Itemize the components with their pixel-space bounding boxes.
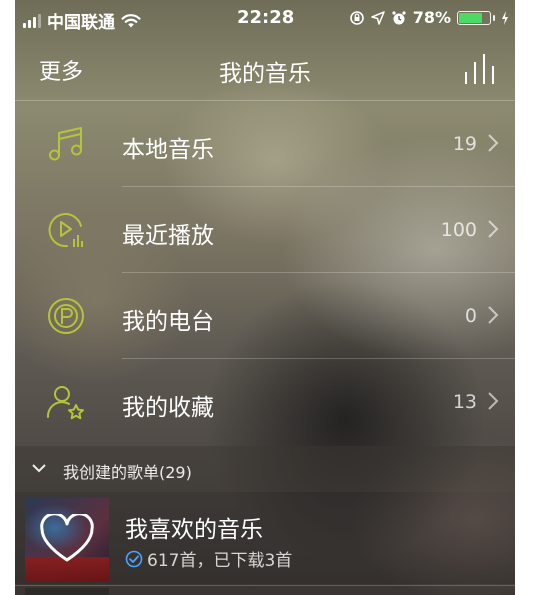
- wifi-icon: [121, 13, 141, 27]
- location-icon: [370, 10, 385, 25]
- chevron-right-icon: [488, 220, 499, 238]
- downloaded-check-icon: [125, 550, 143, 567]
- music-note-icon: [49, 127, 82, 161]
- carrier-name: 中国联通: [47, 13, 115, 33]
- heart-icon: [40, 514, 94, 562]
- next-playlist-cover: [25, 588, 109, 595]
- menu-item-recent-play[interactable]: 最近播放 100: [15, 187, 515, 273]
- menu-label: 本地音乐: [122, 137, 214, 163]
- radio-icon: [48, 298, 84, 334]
- battery-icon: [457, 10, 491, 25]
- equalizer-icon[interactable]: [463, 52, 499, 86]
- playlist-name: 我喜欢的音乐: [125, 517, 263, 543]
- chevron-down-icon: [32, 464, 46, 473]
- menu-item-my-radio[interactable]: 我的电台 0: [15, 273, 515, 359]
- status-bar: 中国联通 22:28 78%: [15, 0, 515, 36]
- chevron-right-icon: [488, 134, 499, 152]
- charging-icon: [502, 10, 508, 25]
- page-title: 我的音乐: [219, 61, 311, 87]
- playlist-item-favorites[interactable]: 我喜欢的音乐 617首，已下载3首: [15, 492, 515, 584]
- menu-label: 最近播放: [122, 223, 214, 249]
- menu-count: 0: [464, 305, 477, 327]
- menu-label: 我的电台: [122, 309, 214, 335]
- signal-icon: [23, 13, 41, 28]
- favorite-user-icon: [46, 386, 84, 420]
- menu-count: 100: [440, 219, 477, 241]
- battery-cap: [493, 14, 495, 21]
- menu-label: 我的收藏: [122, 395, 214, 421]
- menu-item-my-favorites[interactable]: 我的收藏 13: [15, 359, 515, 445]
- playlist-subtitle: 617首，已下载3首: [125, 546, 292, 571]
- status-right: 78%: [349, 8, 509, 27]
- battery-percent: 78%: [412, 8, 451, 27]
- battery-level: [459, 12, 482, 23]
- status-left: 中国联通: [23, 8, 141, 33]
- menu-item-local-music[interactable]: 本地音乐 19: [15, 101, 515, 187]
- recent-play-icon: [48, 213, 83, 248]
- divider: [15, 585, 515, 586]
- playlist-cover: [25, 498, 109, 582]
- lock-rotation-icon: [349, 10, 364, 25]
- nav-bar: 更多 我的音乐: [15, 36, 515, 101]
- phone-screen: 中国联通 22:28 78% 更多 我的音乐 本地音乐 19 最近播放 100 …: [15, 0, 515, 595]
- playlist-stats: 617首，已下载3首: [147, 551, 293, 571]
- chevron-right-icon: [488, 306, 499, 324]
- created-playlists-header[interactable]: 我创建的歌单(29): [15, 446, 515, 492]
- menu-count: 13: [452, 391, 477, 413]
- status-time: 22:28: [237, 7, 295, 28]
- chevron-right-icon: [488, 392, 499, 410]
- section-title: 我创建的歌单(29): [63, 463, 192, 482]
- menu-count: 19: [452, 133, 477, 155]
- alarm-icon: [392, 10, 406, 24]
